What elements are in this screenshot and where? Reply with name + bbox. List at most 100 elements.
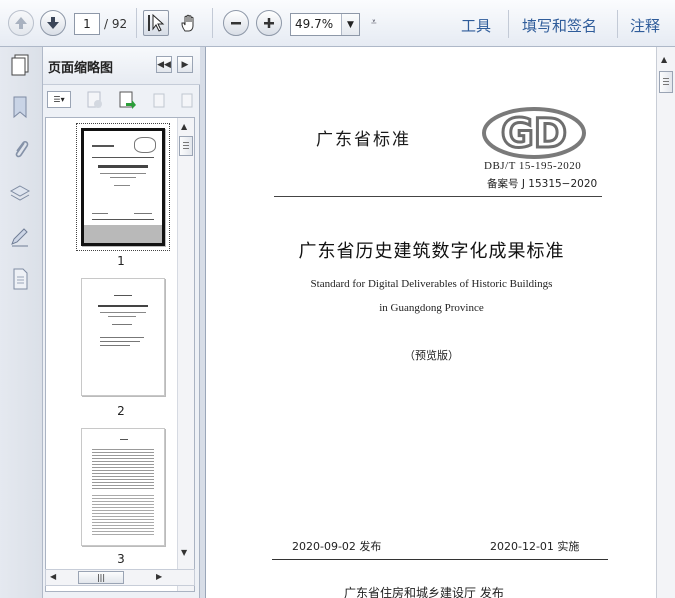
logo-text: GD: [501, 111, 567, 157]
footer-rule: [272, 559, 608, 560]
thumb-shade: [84, 225, 162, 243]
header-rule: [274, 196, 602, 197]
rotate-right-icon[interactable]: [177, 90, 197, 110]
hand-icon: [181, 14, 194, 32]
grip-icon: [183, 142, 189, 150]
scroll-thumb[interactable]: [179, 136, 193, 156]
arrow-down-icon: [47, 17, 59, 29]
hscroll-thumb[interactable]: |||: [78, 571, 124, 584]
layers-button[interactable]: [6, 179, 34, 207]
zoom-select[interactable]: 49.7% ▼: [290, 13, 360, 36]
tools-link[interactable]: 工具: [461, 15, 491, 36]
thumb-line: [110, 177, 136, 178]
thumbnails-scrollbar[interactable]: ▲ ▼: [177, 118, 194, 591]
zoom-in-button[interactable]: [256, 10, 282, 36]
english-title-line-1: Standard for Digital Deliverables of His…: [310, 278, 553, 290]
attachments-button[interactable]: [6, 135, 34, 163]
thumb-line: [92, 213, 108, 214]
thumbnail-page-3[interactable]: [81, 428, 165, 546]
thumb-line: [92, 157, 154, 158]
previous-page-button[interactable]: [8, 10, 34, 36]
thumb-line: [100, 337, 144, 338]
document-icon: [13, 268, 28, 290]
document-title: 广东省历史建筑数字化成果标准: [298, 241, 565, 262]
standard-header: 广东省标准: [316, 130, 411, 150]
select-tool-button[interactable]: [143, 10, 169, 36]
record-number: 备案号 J 15315−2020: [487, 178, 598, 190]
scroll-thumb[interactable]: [659, 71, 673, 93]
page-total-label: / 92: [104, 17, 128, 31]
bookmarks-button[interactable]: [6, 93, 34, 121]
pen-icon: [11, 228, 28, 247]
zoom-out-button[interactable]: [223, 10, 249, 36]
delete-page-icon[interactable]: [85, 90, 105, 110]
scroll-up-icon[interactable]: ▲: [661, 55, 667, 64]
pages-icon: [11, 54, 29, 76]
options-menu-icon[interactable]: ☰▾: [47, 91, 71, 108]
rotate-left-icon[interactable]: [149, 90, 169, 110]
thumbnail-page-1[interactable]: [81, 128, 165, 246]
standard-code: DBJ/T 15-195-2020: [484, 160, 582, 172]
extract-page-icon[interactable]: [117, 90, 137, 110]
arrow-up-icon: [15, 17, 27, 29]
paperclip-icon: [15, 140, 29, 158]
thumb-logo: [134, 137, 156, 153]
document-properties-button[interactable]: [6, 265, 34, 293]
thumb-line: [120, 439, 128, 440]
scroll-up-icon[interactable]: ▲: [181, 122, 187, 131]
next-page-button[interactable]: [40, 10, 66, 36]
page-number-input[interactable]: 1: [74, 13, 100, 35]
toolbar-divider: [136, 8, 137, 38]
thumbnail-label: 3: [117, 552, 125, 566]
cursor-arrow-icon: [148, 13, 165, 32]
minus-icon: [231, 22, 241, 25]
scroll-left-icon[interactable]: ◀: [50, 572, 56, 581]
thumb-line: [100, 173, 146, 174]
document-scrollbar[interactable]: ▲: [656, 47, 675, 598]
toolbar-divider: [617, 10, 618, 38]
thumb-line: [100, 312, 146, 313]
zoom-value: 49.7%: [295, 17, 334, 31]
collapse-panel-icon[interactable]: ◀◀: [156, 56, 172, 73]
english-title-line-2: in Guangdong Province: [379, 302, 484, 314]
thumb-line: [98, 305, 148, 307]
chevron-down-icon[interactable]: ▼: [341, 14, 359, 35]
hand-tool-button[interactable]: [176, 10, 202, 36]
comment-link[interactable]: 注释: [630, 15, 660, 36]
panel-header: 页面缩略图 ◀◀ ▶: [43, 47, 200, 85]
thumb-text-block: [92, 447, 154, 489]
scroll-right-icon[interactable]: ▶: [156, 572, 162, 581]
grip-icon: [663, 78, 669, 86]
page-thumbnails-button[interactable]: [6, 51, 34, 79]
thumb-line: [114, 295, 132, 296]
plus-icon: [264, 18, 274, 28]
document-view: 广东省标准 GD DBJ/T 15-195-2020 备案号 J 15315−2…: [205, 47, 656, 598]
toolbar-divider: [508, 10, 509, 38]
fill-sign-link[interactable]: 填写和签名: [522, 15, 597, 36]
thumbnail-page-2[interactable]: [81, 278, 165, 396]
thumbnail-label: 2: [117, 404, 125, 418]
thumb-line: [112, 324, 132, 325]
layers-icon: [9, 185, 31, 201]
thumbnails-list: 1 2 3 ▲ ▼: [45, 117, 195, 592]
bookmark-icon: [13, 96, 27, 119]
thumb-line: [108, 316, 136, 317]
scroll-down-icon[interactable]: ▼: [181, 548, 187, 557]
preview-label: （预览版）: [404, 349, 459, 362]
navigation-strip: [0, 47, 43, 598]
publish-date: 2020-09-02 发布: [292, 540, 382, 553]
panel-title: 页面缩略图: [48, 61, 114, 76]
thumbnails-hscrollbar[interactable]: ◀ ||| ▶: [45, 569, 195, 586]
main-toolbar: 1 / 92 49.7% ▼ ⩡ 工具 填写和签名 注释: [0, 0, 675, 47]
chevron-right-icon[interactable]: ▶: [177, 56, 193, 73]
signatures-button[interactable]: [6, 223, 34, 251]
thumbnails-panel: 页面缩略图 ◀◀ ▶ ☰▾ 1 2 3 ▲ ▼ ◀ ||| ▶: [43, 47, 200, 598]
thumb-line: [100, 341, 140, 342]
thumb-text-block: [92, 493, 154, 537]
toolbar-overflow-icon[interactable]: ⩡: [371, 17, 377, 28]
panel-toolbar: ☰▾: [43, 85, 200, 115]
thumb-line: [98, 165, 148, 168]
issuer-text: 广东省住房和城乡建设厅 发布: [344, 586, 504, 598]
toolbar-divider: [212, 8, 213, 38]
thumb-line: [114, 185, 130, 186]
